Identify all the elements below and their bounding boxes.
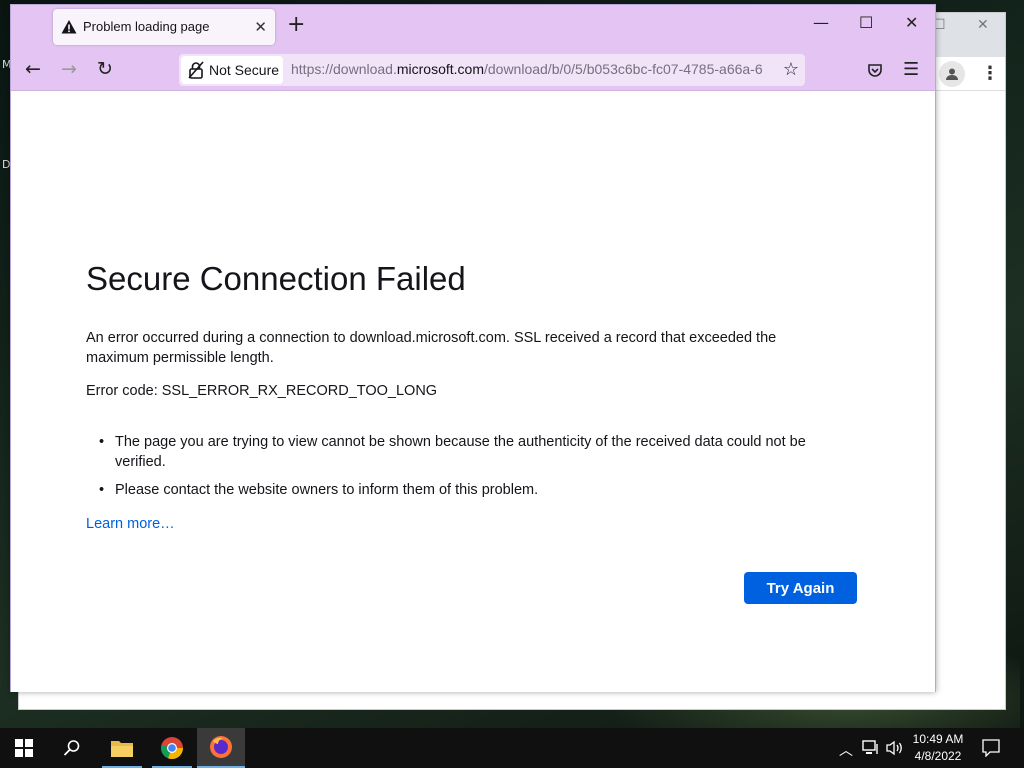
navigation-toolbar: ← → ↻ Not Secure https://download.micros… <box>11 49 935 91</box>
pocket-icon[interactable] <box>867 62 883 78</box>
try-again-button[interactable]: Try Again <box>744 572 857 604</box>
back-arrow-icon[interactable]: ← <box>25 59 41 79</box>
new-tab-button[interactable]: + <box>287 14 305 36</box>
url-text[interactable]: https://download.microsoft.com/download/… <box>291 61 771 77</box>
url-host: microsoft.com <box>396 61 484 77</box>
tab-problem-loading[interactable]: Problem loading page ✕ <box>53 9 275 45</box>
page-title: Secure Connection Failed <box>86 260 466 297</box>
minimize-icon[interactable]: — <box>813 13 829 32</box>
not-secure-label: Not Secure <box>209 62 280 78</box>
error-page: Secure Connection Failed An error occurr… <box>11 92 935 692</box>
close-tab-icon[interactable]: ✕ <box>254 18 267 36</box>
chrome-taskbar-button[interactable] <box>148 728 196 768</box>
site-security-indicator[interactable]: Not Secure <box>181 56 283 84</box>
start-button[interactable] <box>0 728 48 768</box>
windows-logo-icon <box>15 739 33 757</box>
tab-bar: Problem loading page ✕ + — ☐ ✕ <box>11 5 935 49</box>
search-button[interactable] <box>48 728 96 768</box>
clock-date[interactable]: 4/8/2022 <box>908 749 968 763</box>
close-window-icon[interactable]: ✕ <box>905 13 918 32</box>
warning-icon <box>61 20 77 34</box>
firefox-taskbar-button[interactable] <box>197 728 245 768</box>
bookmark-star-icon[interactable]: ☆ <box>783 59 799 80</box>
browser-menu-icon[interactable]: ⋮ <box>981 63 999 84</box>
volume-icon[interactable] <box>886 740 904 756</box>
firefox-icon <box>210 736 232 758</box>
notifications-icon[interactable] <box>982 739 1000 757</box>
url-prefix: https://download. <box>291 61 397 77</box>
learn-more-link[interactable]: Learn more… <box>86 516 175 532</box>
clock-time[interactable]: 10:49 AM <box>908 732 968 746</box>
show-hidden-icons-chevron-icon[interactable]: ︿ <box>839 740 853 760</box>
insecure-lock-icon <box>188 61 204 79</box>
list-item: The page you are trying to view cannot b… <box>99 432 839 472</box>
maximize-icon[interactable]: ☐ <box>859 13 873 32</box>
error-code: Error code: SSL_ERROR_RX_RECORD_TOO_LONG <box>86 383 438 399</box>
file-explorer-button[interactable] <box>98 728 146 768</box>
tab-title: Problem loading page <box>83 19 210 34</box>
menu-hamburger-icon[interactable]: ☰ <box>903 59 919 80</box>
background-close-icon[interactable]: ✕ <box>977 17 989 33</box>
address-bar[interactable]: Not Secure https://download.microsoft.co… <box>179 54 805 86</box>
error-suggestions: The page you are trying to view cannot b… <box>99 432 839 508</box>
firefox-window: Problem loading page ✕ + — ☐ ✕ ← → ↻ Not… <box>10 4 936 692</box>
profile-avatar-icon[interactable] <box>939 61 965 87</box>
network-icon[interactable] <box>862 740 880 756</box>
error-description: An error occurred during a connection to… <box>86 330 777 366</box>
forward-arrow-icon[interactable]: → <box>61 59 77 79</box>
chrome-icon <box>161 737 184 760</box>
taskbar: ︿ 10:49 AM 4/8/2022 <box>0 728 1024 768</box>
search-icon <box>63 740 80 756</box>
list-item: Please contact the website owners to inf… <box>99 480 839 500</box>
folder-icon <box>111 741 133 757</box>
reload-icon[interactable]: ↻ <box>97 59 113 79</box>
url-path: /download/b/0/5/b053c6bc-fc07-4785-a66a-… <box>483 61 763 77</box>
